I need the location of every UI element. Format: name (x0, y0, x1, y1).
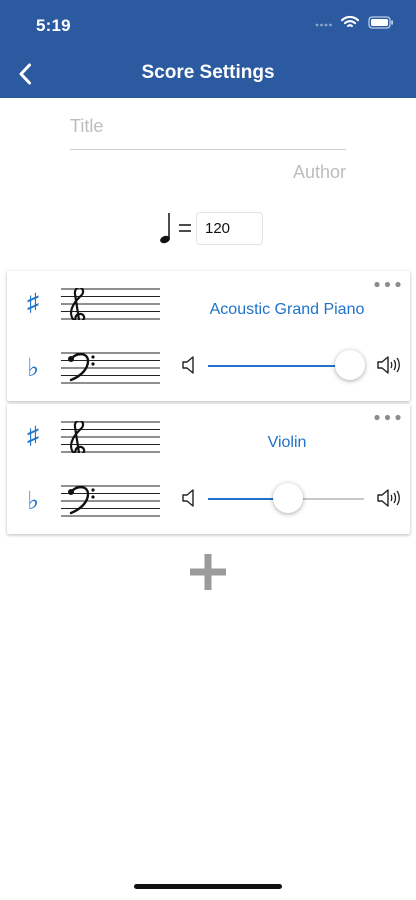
page-title: Score Settings (141, 62, 275, 83)
bass-clef-staff (61, 352, 160, 384)
volume-high-icon (377, 489, 400, 507)
volume-low-icon (182, 489, 194, 507)
status-icons (315, 15, 394, 29)
add-instrument-icon[interactable] (188, 552, 228, 592)
volume-slider[interactable] (208, 350, 365, 380)
quarter-note-icon (160, 213, 170, 244)
status-time: 5:19 (36, 16, 71, 35)
instrument-name[interactable]: Violin (187, 434, 387, 452)
volume-slider-thumb[interactable] (334, 350, 365, 380)
score-title-field[interactable]: Title (70, 116, 346, 150)
sharp-key-button[interactable]: ♯ (25, 289, 41, 317)
flat-key-button[interactable]: ♭ (25, 487, 41, 515)
tempo-input[interactable]: 120 (196, 211, 263, 245)
volume-slider-thumb[interactable] (272, 483, 303, 513)
volume-high-icon (377, 356, 400, 374)
wifi-icon (341, 15, 359, 28)
treble-clef-staff (61, 288, 160, 320)
bass-clef-staff (61, 485, 160, 517)
volume-low-icon (182, 356, 194, 374)
flat-key-button[interactable]: ♭ (25, 354, 41, 382)
volume-slider[interactable] (208, 483, 364, 513)
more-options-icon[interactable] (374, 413, 401, 422)
navigation-header: 5:19 Score Settings (0, 0, 416, 98)
instrument-name[interactable]: Acoustic Grand Piano (187, 301, 387, 319)
sharp-key-button[interactable]: ♯ (25, 422, 41, 450)
volume-slider-fill (208, 365, 350, 367)
cellular-signal-icon (315, 23, 332, 27)
more-options-icon[interactable] (374, 280, 401, 289)
instrument-card-violin: ♯ ♭ Violin (7, 404, 410, 534)
treble-clef-staff (61, 421, 160, 453)
tempo-setting: 120 (160, 211, 263, 245)
home-indicator (134, 884, 282, 889)
equals-icon (179, 224, 191, 232)
battery-icon (368, 15, 393, 29)
instrument-card-piano: ♯ ♭ Acoustic Grand Piano (7, 271, 410, 401)
score-author-field[interactable]: Author (293, 162, 346, 183)
